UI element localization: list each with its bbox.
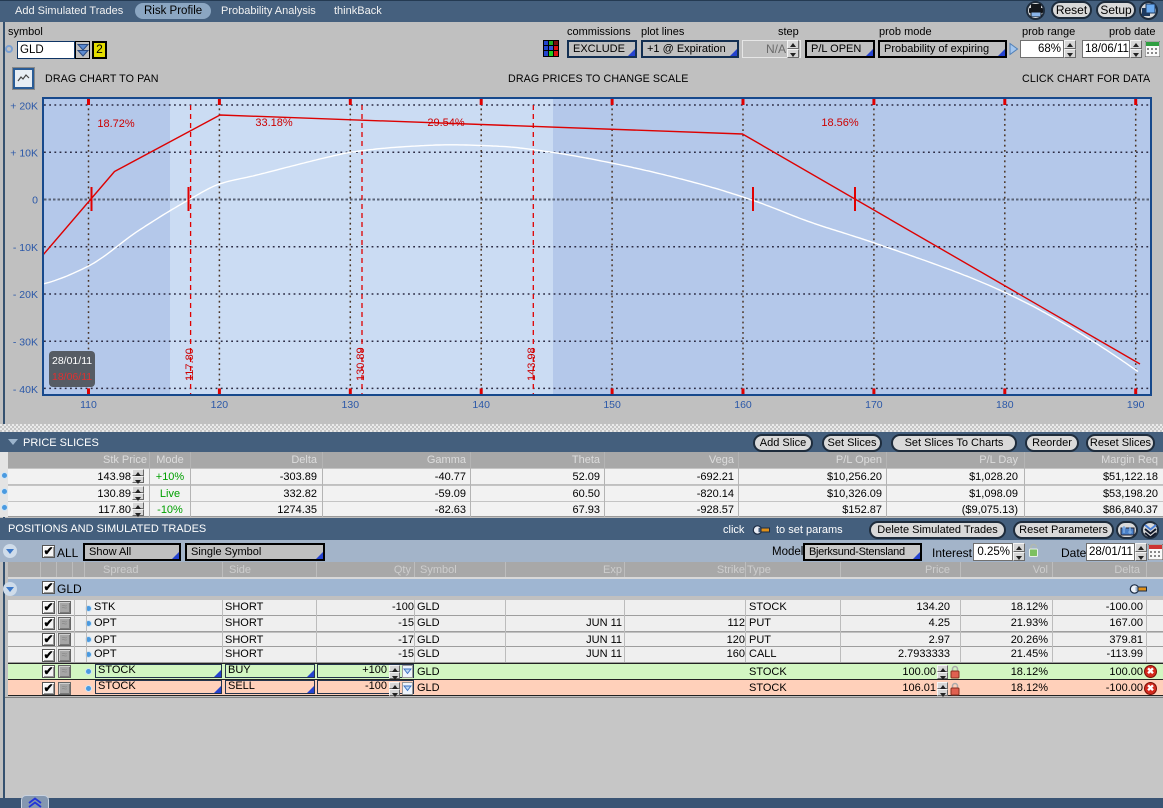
svg-text:170: 170 [865, 399, 883, 411]
svg-text:130: 130 [342, 399, 360, 411]
svg-text:190: 190 [1127, 399, 1145, 411]
svg-text:- 20K: - 20K [13, 289, 38, 301]
svg-text:18.56%: 18.56% [821, 117, 859, 129]
svg-text:0: 0 [32, 195, 38, 207]
svg-text:110: 110 [80, 399, 97, 411]
svg-text:150: 150 [603, 399, 621, 411]
svg-text:143.98: 143.98 [526, 347, 538, 381]
svg-text:18.72%: 18.72% [97, 118, 135, 130]
svg-text:+ 10K: + 10K [10, 148, 38, 160]
svg-text:130.89: 130.89 [355, 347, 367, 381]
svg-text:29.54%: 29.54% [427, 117, 465, 129]
svg-text:18/06/11: 18/06/11 [52, 371, 92, 383]
svg-text:180: 180 [996, 399, 1014, 411]
svg-text:33.18%: 33.18% [255, 117, 293, 129]
svg-text:117.80: 117.80 [184, 348, 196, 381]
svg-text:140: 140 [472, 399, 490, 411]
svg-text:- 40K: - 40K [13, 384, 38, 396]
svg-text:- 30K: - 30K [13, 337, 38, 349]
svg-text:+ 20K: + 20K [10, 101, 38, 113]
svg-text:- 10K: - 10K [13, 242, 38, 254]
svg-text:160: 160 [734, 399, 752, 411]
svg-text:28/01/11: 28/01/11 [52, 355, 92, 367]
svg-text:120: 120 [211, 399, 229, 411]
